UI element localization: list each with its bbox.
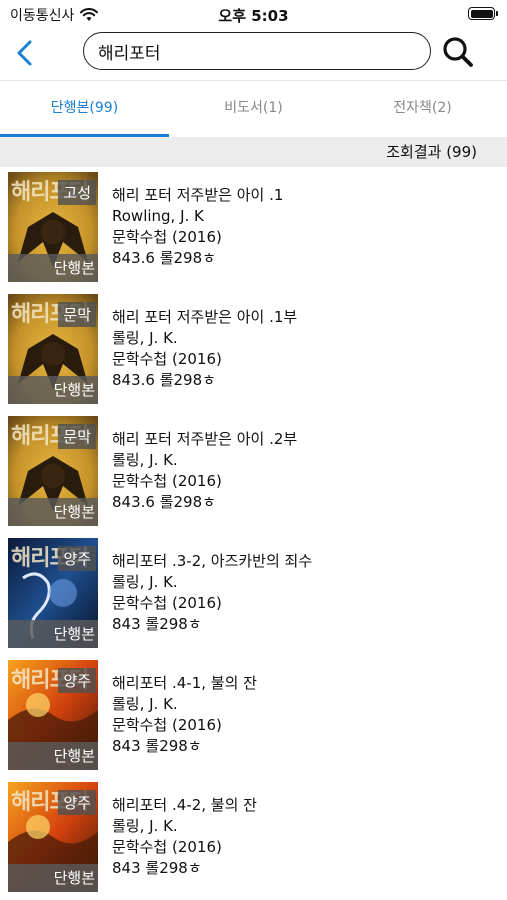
book-title: 해리 포터 저주받은 아이 .1부 [112,308,298,326]
book-item[interactable]: 해리포터 양주 단행본 해리포터 .4-2, 불의 잔 롤링, J. K. 문학… [0,777,507,899]
book-info: 해리포터 .4-1, 불의 잔 롤링, J. K. 문학수첩 (2016) 84… [112,673,257,757]
book-title: 해리 포터 저주받은 아이 .2부 [112,430,298,448]
book-title: 해리포터 .4-1, 불의 잔 [112,674,257,692]
book-cover: 해리포터 양주 단행본 [8,660,98,770]
book-publisher: 문학수첩 (2016) [112,228,222,246]
location-badge: 문막 [58,424,96,449]
status-bar: 이동통신사 오후 5:03 [0,0,507,28]
type-badge: 단행본 [8,864,98,892]
book-info: 해리 포터 저주받은 아이 .1부 롤링, J. K. 문학수첩 (2016) … [112,307,297,391]
book-info: 해리 포터 저주받은 아이 .1 Rowling, J. K 문학수첩 (201… [112,185,283,269]
book-title: 해리포터 .3-2, 아즈카반의 죄수 [112,552,313,570]
location-badge: 문막 [58,302,96,327]
book-author: Rowling, J. K [112,207,204,225]
book-author: 롤링, J. K. [112,329,178,347]
book-info: 해리포터 .3-2, 아즈카반의 죄수 롤링, J. K. 문학수첩 (2016… [112,551,312,635]
book-author: 롤링, J. K. [112,451,178,469]
book-call-number: 843.6 롤298ㅎ [112,371,216,389]
type-badge: 단행본 [8,376,98,404]
book-item[interactable]: 해리포터 양주 단행본 해리포터 .4-1, 불의 잔 롤링, J. K. 문학… [0,655,507,777]
book-cover: 해리포터 고성 단행본 [8,172,98,282]
book-call-number: 843.6 롤298ㅎ [112,249,216,267]
book-author: 롤링, J. K. [112,695,178,713]
search-box[interactable] [83,32,431,70]
book-call-number: 843 롤298ㅎ [112,615,202,633]
book-call-number: 843 롤298ㅎ [112,737,202,755]
book-cover: 해리포터 양주 단행본 [8,538,98,648]
book-title: 해리포터 .4-2, 불의 잔 [112,796,257,814]
book-cover: 해리포터 문막 단행본 [8,294,98,404]
back-button[interactable] [10,36,40,70]
book-info: 해리 포터 저주받은 아이 .2부 롤링, J. K. 문학수첩 (2016) … [112,429,297,513]
book-item[interactable]: 해리포터 양주 단행본 해리포터 .3-2, 아즈카반의 죄수 롤링, J. K… [0,533,507,655]
battery-icon [468,7,498,20]
type-badge: 단행본 [8,620,98,648]
book-title: 해리 포터 저주받은 아이 .1 [112,186,284,204]
search-input[interactable] [98,41,416,61]
type-badge: 단행본 [8,742,98,770]
book-author: 롤링, J. K. [112,573,178,591]
tab-bar: 단행본(99) 비도서(1) 전자책(2) [0,80,507,137]
book-item[interactable]: 해리포터 고성 단행본 해리 포터 저주받은 아이 .1 Rowling, J.… [0,167,507,289]
book-cover: 해리포터 문막 단행본 [8,416,98,526]
book-call-number: 843.6 롤298ㅎ [112,493,216,511]
location-badge: 고성 [58,180,96,205]
book-publisher: 문학수첩 (2016) [112,594,222,612]
book-publisher: 문학수첩 (2016) [112,350,222,368]
tab-non-books[interactable]: 비도서(1) [169,81,338,137]
book-publisher: 문학수첩 (2016) [112,838,222,856]
book-cover: 해리포터 양주 단행본 [8,782,98,892]
book-list: 해리포터 고성 단행본 해리 포터 저주받은 아이 .1 Rowling, J.… [0,167,507,899]
book-author: 롤링, J. K. [112,817,178,835]
type-badge: 단행본 [8,254,98,282]
location-badge: 양주 [58,668,96,693]
chevron-left-icon [17,40,32,66]
result-count: 조회결과 (99) [0,137,507,167]
location-badge: 양주 [58,790,96,815]
book-publisher: 문학수첩 (2016) [112,472,222,490]
search-icon [443,37,473,67]
tab-ebooks[interactable]: 전자책(2) [338,81,507,137]
book-info: 해리포터 .4-2, 불의 잔 롤링, J. K. 문학수첩 (2016) 84… [112,795,257,879]
nav-bar [0,28,507,78]
tab-books[interactable]: 단행본(99) [0,81,169,137]
type-badge: 단행본 [8,498,98,526]
location-badge: 양주 [58,546,96,571]
book-item[interactable]: 해리포터 문막 단행본 해리 포터 저주받은 아이 .2부 롤링, J. K. … [0,411,507,533]
status-time: 오후 5:03 [218,7,289,25]
book-publisher: 문학수첩 (2016) [112,716,222,734]
book-item[interactable]: 해리포터 문막 단행본 해리 포터 저주받은 아이 .1부 롤링, J. K. … [0,289,507,411]
book-call-number: 843 롤298ㅎ [112,859,202,877]
search-button[interactable] [440,34,476,70]
